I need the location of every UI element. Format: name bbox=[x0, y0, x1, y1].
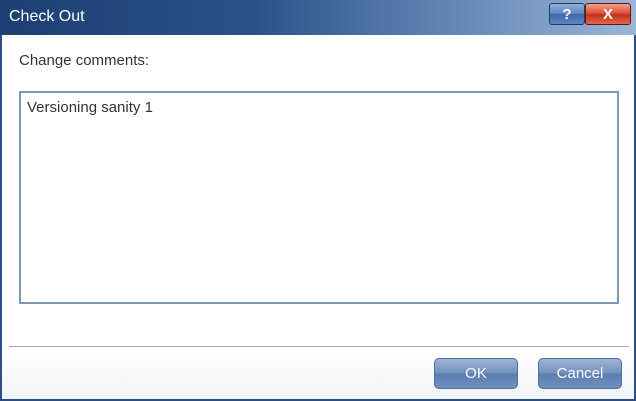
check-out-dialog: Check Out ? X Change comments: Versionin… bbox=[0, 0, 636, 401]
dialog-footer: OK Cancel bbox=[2, 351, 634, 399]
footer-separator bbox=[9, 346, 629, 347]
help-button[interactable]: ? bbox=[549, 3, 585, 25]
close-button[interactable]: X bbox=[585, 3, 631, 25]
ok-button[interactable]: OK bbox=[434, 358, 518, 389]
cancel-button[interactable]: Cancel bbox=[538, 358, 622, 389]
change-comments-label: Change comments: bbox=[19, 52, 150, 69]
change-comments-field[interactable]: Versioning sanity 1 bbox=[19, 91, 619, 304]
dialog-title: Check Out bbox=[9, 8, 85, 25]
title-bar[interactable]: Check Out ? X bbox=[0, 0, 636, 35]
